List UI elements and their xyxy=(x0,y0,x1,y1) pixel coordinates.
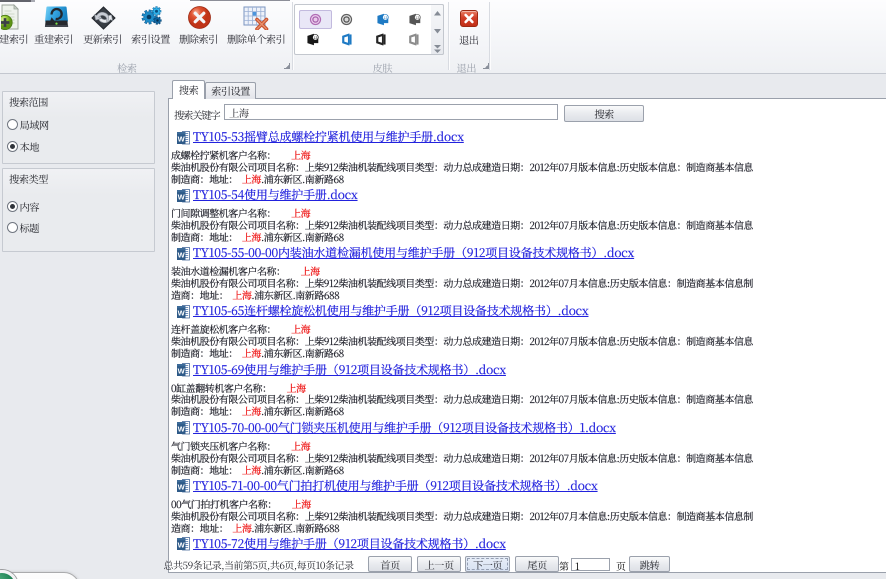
svg-text:13: 13 xyxy=(415,16,419,20)
svg-text:W: W xyxy=(178,541,186,550)
svg-text:W: W xyxy=(178,367,186,376)
svg-text:W: W xyxy=(178,134,186,143)
svg-text:W: W xyxy=(178,309,186,318)
svg-text:13: 13 xyxy=(383,16,387,20)
svg-text:W: W xyxy=(178,425,186,434)
svg-text:W: W xyxy=(178,250,186,259)
svg-text:W: W xyxy=(178,483,186,492)
svg-text:13: 13 xyxy=(313,36,317,40)
svg-text:W: W xyxy=(178,192,186,201)
